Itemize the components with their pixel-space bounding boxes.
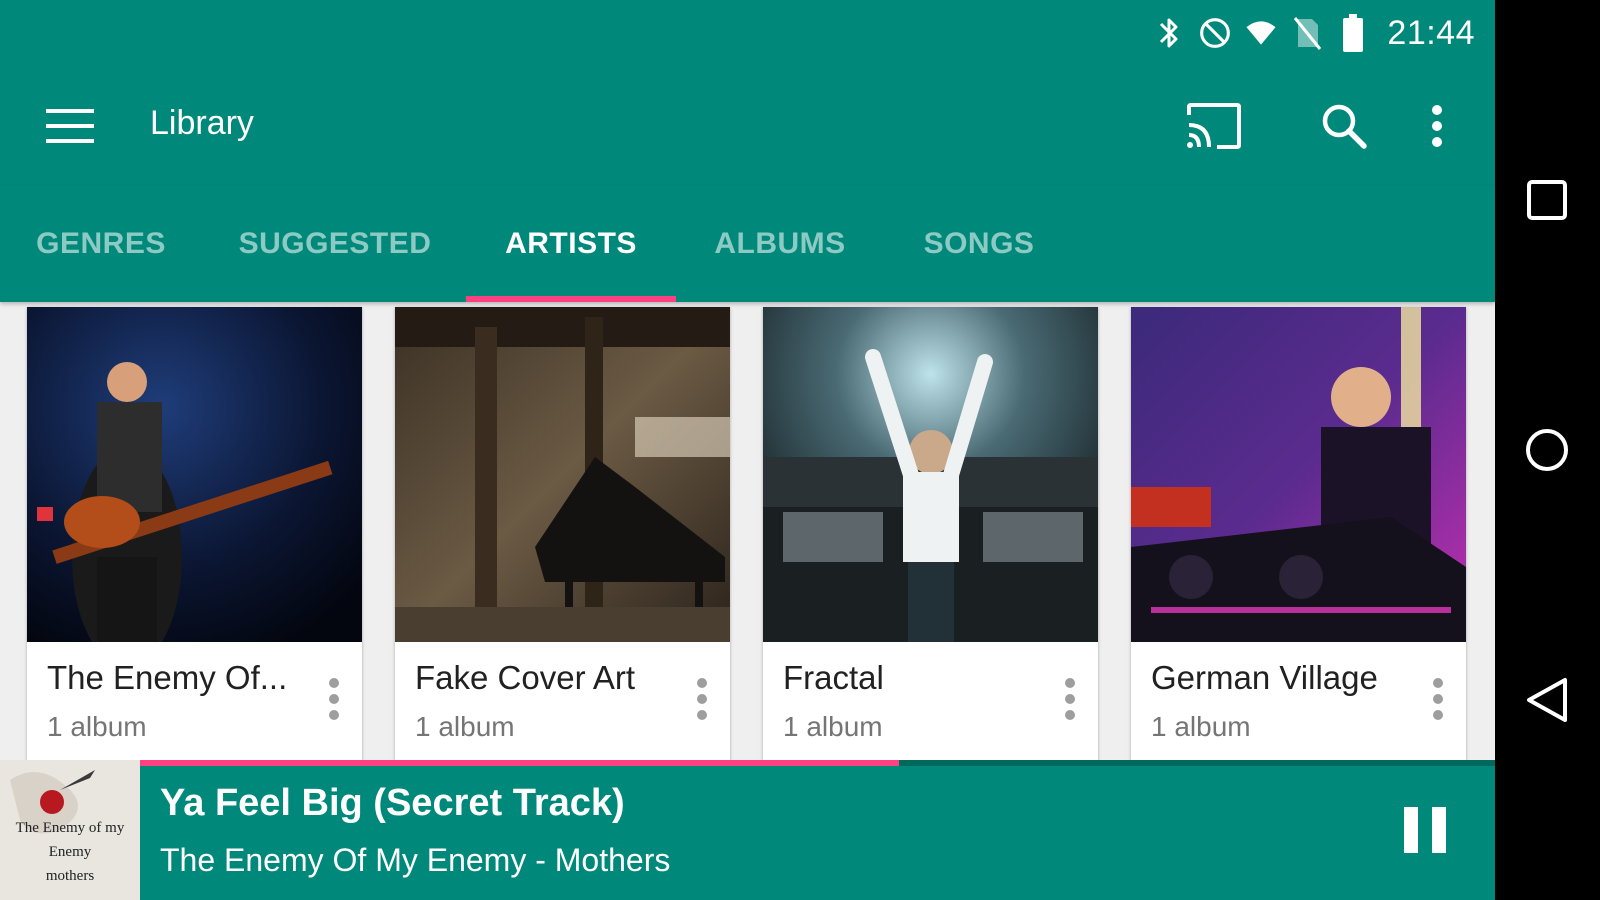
artist-card[interactable]: The Enemy Of... 1 album bbox=[27, 307, 362, 767]
pause-icon bbox=[1404, 807, 1418, 853]
playback-progress[interactable] bbox=[140, 760, 1495, 766]
clock: 21:44 bbox=[1387, 13, 1475, 52]
battery-icon bbox=[1337, 14, 1369, 52]
do-not-disturb-icon bbox=[1199, 15, 1231, 51]
artist-card[interactable]: Fake Cover Art 1 album bbox=[395, 307, 730, 767]
page-title: Library bbox=[150, 104, 254, 142]
hamburger-icon bbox=[46, 109, 94, 143]
tab-bar: GENRES SUGGESTED ARTISTS ALBUMS SONGS bbox=[0, 186, 1495, 302]
album-art-text: mothers bbox=[45, 868, 95, 884]
no-sim-icon bbox=[1291, 15, 1323, 51]
artist-image bbox=[763, 307, 1098, 642]
status-bar: 21:44 bbox=[0, 0, 1495, 66]
pause-button[interactable] bbox=[1395, 796, 1455, 864]
artist-image bbox=[27, 307, 362, 642]
tab-songs[interactable]: SONGS bbox=[900, 186, 1058, 302]
more-vert-icon bbox=[1065, 678, 1075, 688]
app-screen: 21:44 Library GENRES SUGGESTED ARTISTS A… bbox=[0, 0, 1495, 900]
tab-genres[interactable]: GENRES bbox=[20, 186, 182, 302]
more-vert-icon bbox=[329, 678, 339, 688]
back-icon bbox=[1527, 678, 1567, 722]
card-overflow-button[interactable] bbox=[1420, 669, 1456, 729]
playback-progress-fill bbox=[140, 760, 899, 766]
cast-icon bbox=[1187, 103, 1241, 149]
artist-image bbox=[1131, 307, 1466, 642]
now-playing-bar[interactable]: The Enemy of my Enemy mothers Ya Feel Bi… bbox=[0, 760, 1495, 900]
tab-indicator bbox=[466, 296, 676, 302]
overflow-menu-button[interactable] bbox=[1403, 92, 1471, 160]
card-overflow-button[interactable] bbox=[316, 669, 352, 729]
album-count: 1 album bbox=[47, 711, 147, 742]
artist-name: German Village bbox=[1151, 659, 1378, 696]
bluetooth-icon bbox=[1153, 15, 1185, 51]
artist-image bbox=[395, 307, 730, 642]
album-count: 1 album bbox=[783, 711, 883, 742]
track-artist-album: The Enemy Of My Enemy - Mothers bbox=[160, 842, 671, 878]
recents-icon bbox=[1527, 180, 1567, 220]
album-count: 1 album bbox=[1151, 711, 1251, 742]
system-nav-bar bbox=[1495, 0, 1600, 900]
album-count: 1 album bbox=[415, 711, 515, 742]
more-vert-icon bbox=[697, 678, 707, 688]
album-art-text: Enemy bbox=[48, 844, 92, 860]
app-bar: Library bbox=[0, 66, 1495, 186]
artist-card[interactable]: Fractal 1 album bbox=[763, 307, 1098, 767]
more-vert-icon bbox=[1433, 678, 1443, 688]
now-playing-album-art: The Enemy of my Enemy mothers bbox=[0, 760, 140, 900]
wifi-icon bbox=[1245, 15, 1277, 51]
tab-artists[interactable]: ARTISTS bbox=[466, 186, 676, 302]
track-title: Ya Feel Big (Secret Track) bbox=[160, 782, 625, 824]
search-button[interactable] bbox=[1310, 92, 1378, 160]
artist-grid: The Enemy Of... 1 album Fake Cover Art 1… bbox=[0, 302, 1495, 767]
home-icon bbox=[1526, 429, 1568, 471]
artist-name: Fractal bbox=[783, 659, 884, 696]
more-vert-icon bbox=[1432, 105, 1442, 147]
card-overflow-button[interactable] bbox=[1052, 669, 1088, 729]
home-button[interactable] bbox=[1509, 412, 1585, 488]
recents-button[interactable] bbox=[1509, 162, 1585, 238]
album-art-text: The Enemy of my bbox=[15, 820, 125, 836]
artist-card[interactable]: German Village 1 album bbox=[1131, 307, 1466, 767]
back-button[interactable] bbox=[1509, 662, 1585, 738]
tab-suggested[interactable]: SUGGESTED bbox=[220, 186, 450, 302]
menu-button[interactable] bbox=[36, 92, 104, 160]
artist-name: Fake Cover Art bbox=[415, 659, 636, 696]
artist-name: The Enemy Of... bbox=[47, 659, 288, 696]
card-overflow-button[interactable] bbox=[684, 669, 720, 729]
search-icon bbox=[1322, 104, 1367, 149]
tab-albums[interactable]: ALBUMS bbox=[700, 186, 860, 302]
cast-button[interactable] bbox=[1180, 92, 1248, 160]
